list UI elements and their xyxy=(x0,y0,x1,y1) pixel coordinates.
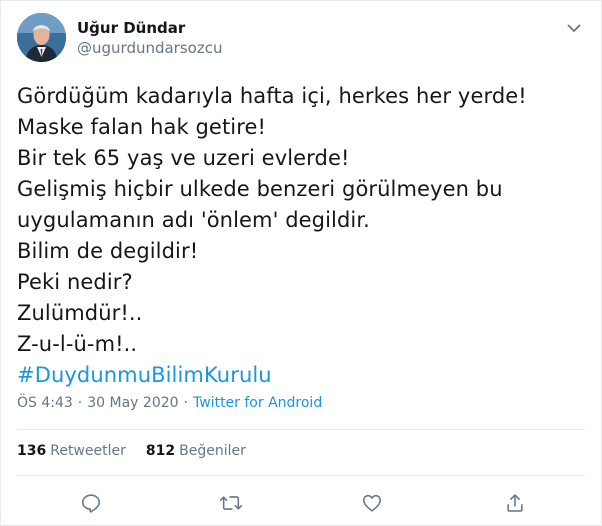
retweets-label: Retweetler xyxy=(50,443,126,459)
tweet-line: Zulümdür!.. xyxy=(17,301,143,325)
tweet-line: Bilim de degildir! xyxy=(17,239,199,263)
tweet-time[interactable]: ÖS 4:43 xyxy=(17,395,73,411)
display-name[interactable]: Uğur Dündar xyxy=(77,18,222,38)
tweet-line: Maske falan hak getire! xyxy=(17,115,267,139)
more-options-chevron-down-icon[interactable] xyxy=(563,17,585,39)
tweet-line: Bir tek 65 yaş ve uzeri evlerde! xyxy=(17,146,350,170)
reply-icon[interactable] xyxy=(77,489,105,517)
author-names: Uğur Dündar @ugurdundarsozcu xyxy=(77,18,222,58)
likes-label: Beğeniler xyxy=(179,443,246,459)
likes-count: 812 xyxy=(145,443,176,459)
retweets-count: 136 xyxy=(17,443,47,459)
tweet-source-link[interactable]: Twitter for Android xyxy=(193,395,322,411)
tweet-actions xyxy=(1,489,601,517)
retweet-icon[interactable] xyxy=(217,489,245,517)
tweet-metadata: ÖS 4:43 · 30 May 2020 · Twitter for Andr… xyxy=(17,395,322,411)
like-heart-icon[interactable] xyxy=(358,489,386,517)
tweet-line: uygulamanın adı 'önlem' degildir. xyxy=(17,208,370,232)
tweet-date[interactable]: 30 May 2020 xyxy=(87,395,178,411)
share-icon[interactable] xyxy=(501,489,529,517)
tweet-stats: 136 Retweetler 812 Beğeniler xyxy=(17,443,266,459)
hashtag-link[interactable]: #DuydunmuBilimKurulu xyxy=(17,360,581,391)
meta-separator: · xyxy=(183,395,188,411)
tweet-line: Z-u-l-ü-m!.. xyxy=(17,332,138,356)
divider xyxy=(17,475,585,476)
tweet-line: Peki nedir? xyxy=(17,270,133,294)
divider xyxy=(17,429,585,430)
user-handle[interactable]: @ugurdundarsozcu xyxy=(77,38,222,58)
avatar[interactable] xyxy=(17,13,66,62)
tweet-header: Uğur Dündar @ugurdundarsozcu xyxy=(17,13,222,62)
tweet-line: Gelişmiş hiçbir ulkede benzeri görülmeye… xyxy=(17,177,503,201)
likes-stat[interactable]: 812 Beğeniler xyxy=(146,443,246,459)
tweet-card: Uğur Dündar @ugurdundarsozcu Gördüğüm ka… xyxy=(0,0,602,526)
meta-separator: · xyxy=(77,395,83,411)
retweets-stat[interactable]: 136 Retweetler xyxy=(17,443,126,459)
tweet-line: Gördüğüm kadarıyla hafta içi, herkes her… xyxy=(17,84,527,108)
tweet-text: Gördüğüm kadarıyla hafta içi, herkes her… xyxy=(17,81,581,391)
